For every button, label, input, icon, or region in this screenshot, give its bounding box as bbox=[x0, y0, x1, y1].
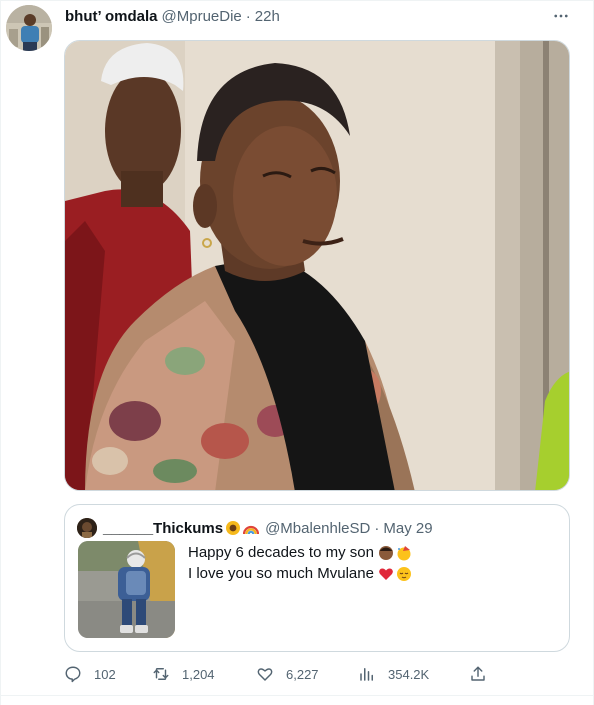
divider bbox=[1, 0, 594, 1]
red-heart-emoji-icon bbox=[378, 566, 394, 582]
tweet-timestamp[interactable]: 22h bbox=[255, 8, 280, 25]
rainbow-emoji-icon bbox=[242, 520, 260, 536]
quoted-tweet-date[interactable]: May 29 bbox=[383, 520, 432, 537]
separator-dot: · bbox=[245, 7, 251, 25]
sunflower-emoji-icon bbox=[225, 520, 241, 536]
quoted-author-avatar[interactable] bbox=[77, 518, 97, 538]
heart-icon bbox=[257, 668, 273, 681]
author-display-name[interactable]: bhut’ omdala bbox=[65, 8, 158, 25]
boy-emoji-icon bbox=[378, 545, 394, 561]
retweet-icon bbox=[153, 668, 169, 680]
quoted-text-line-1: Happy 6 decades to my son bbox=[188, 544, 374, 561]
quoted-tweet[interactable]: ______Thickums @MbalenhleSD · May 29 Hap… bbox=[64, 504, 570, 652]
like-button[interactable]: 6,227 bbox=[256, 660, 319, 688]
relieved-face-emoji-icon bbox=[396, 566, 412, 582]
tweet-action-bar: 102 1,204 6,227 354.2K bbox=[64, 660, 494, 688]
quoted-tweet-text: Happy 6 decades to my son I love you so … bbox=[188, 542, 412, 584]
author-avatar[interactable] bbox=[6, 5, 52, 51]
more-options-icon[interactable] bbox=[549, 4, 573, 28]
reply-count: 102 bbox=[94, 666, 116, 682]
bar-chart-icon bbox=[360, 668, 373, 681]
quoted-tweet-header: ______Thickums @MbalenhleSD · May 29 bbox=[77, 518, 433, 538]
quoted-author-handle[interactable]: @MbalenhleSD bbox=[265, 520, 370, 537]
separator-dot: · bbox=[374, 519, 380, 537]
like-count: 6,227 bbox=[286, 666, 319, 682]
reply-icon bbox=[65, 666, 81, 683]
view-count: 354.2K bbox=[388, 666, 430, 682]
retweet-button[interactable]: 1,204 bbox=[152, 660, 215, 688]
reply-button[interactable]: 102 bbox=[64, 660, 116, 688]
tweet-photo[interactable] bbox=[64, 40, 570, 491]
quoted-tweet-photo[interactable] bbox=[78, 541, 175, 638]
share-icon bbox=[471, 666, 485, 681]
quoted-author-display-name[interactable]: ______Thickums bbox=[103, 520, 223, 537]
quoted-text-line-2: I love you so much Mvulane bbox=[188, 565, 374, 582]
tweet-header: bhut’ omdala @MprueDie · 22h bbox=[65, 6, 280, 26]
partying-face-emoji-icon bbox=[396, 545, 412, 561]
author-handle[interactable]: @MprueDie bbox=[162, 8, 242, 25]
retweet-count: 1,204 bbox=[182, 666, 215, 682]
share-button[interactable] bbox=[469, 660, 499, 688]
views-button[interactable]: 354.2K bbox=[358, 660, 429, 688]
divider bbox=[1, 695, 594, 696]
tweet[interactable]: bhut’ omdala @MprueDie · 22h ______Thick… bbox=[0, 0, 594, 705]
